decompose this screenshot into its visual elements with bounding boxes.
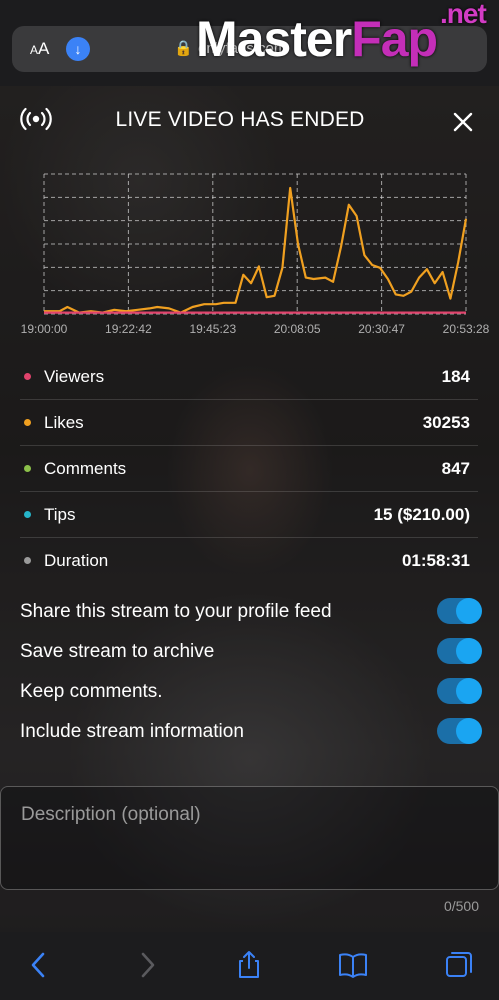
stats-list: Viewers 184 Likes 30253 Comments 847 Tips 15 ($… bbox=[20, 354, 478, 584]
toggle-row: Include stream information bbox=[0, 712, 499, 752]
legend-dot bbox=[24, 419, 31, 426]
book-icon[interactable] bbox=[338, 950, 368, 980]
legend-dot bbox=[24, 511, 31, 518]
toggle-knob bbox=[456, 638, 482, 664]
lock-icon: 🔒 bbox=[174, 40, 193, 57]
stream-stats-chart: 19:00:00 19:22:42 19:45:23 20:08:05 20:30:47… bbox=[21, 173, 490, 336]
stat-label: Viewers bbox=[44, 367, 105, 386]
stat-row-viewers: Viewers 184 bbox=[20, 354, 478, 400]
toggle-row: Keep comments. bbox=[0, 672, 499, 712]
watermark-master: Master bbox=[196, 11, 352, 67]
page-title: LIVE VIDEO HAS ENDED bbox=[115, 108, 365, 131]
stat-value: 30253 bbox=[422, 413, 470, 432]
x-tick-label: 19:45:23 bbox=[189, 322, 236, 336]
stat-value: 184 bbox=[441, 367, 470, 386]
stat-label: Comments bbox=[44, 459, 127, 478]
stat-label: Duration bbox=[44, 551, 109, 570]
toggle-label: Share this stream to your profile feed bbox=[20, 601, 332, 622]
legend-dot bbox=[24, 373, 31, 380]
watermark-net: .net bbox=[440, 0, 487, 29]
toggle-switch[interactable] bbox=[437, 718, 482, 744]
watermark-fap: Fap bbox=[351, 11, 438, 67]
description-field[interactable]: Description (optional) bbox=[0, 786, 499, 890]
stat-value: 15 ($210.00) bbox=[373, 505, 470, 524]
reader-aa-button[interactable]: AA bbox=[30, 39, 49, 59]
modal-header: LIVE VIDEO HAS ENDED bbox=[0, 96, 499, 144]
stat-label: Likes bbox=[44, 413, 84, 432]
tabs-icon[interactable] bbox=[444, 950, 474, 980]
x-tick-label: 20:08:05 bbox=[274, 322, 321, 336]
options-list: Share this stream to your profile feed Sa… bbox=[0, 592, 499, 752]
toggle-switch[interactable] bbox=[437, 638, 482, 664]
stat-value: 847 bbox=[441, 459, 470, 478]
watermark-logo: MasterFap .net bbox=[196, 0, 487, 68]
legend-dot bbox=[24, 557, 31, 564]
toggle-label: Save stream to archive bbox=[20, 641, 215, 662]
stat-row-duration: Duration 01:58:31 bbox=[20, 538, 478, 584]
chevron-right-icon[interactable] bbox=[132, 950, 162, 980]
stat-row-comments: Comments 847 bbox=[20, 446, 478, 492]
browser-top-bar: AA ↓ 🔒 onlyfans.com MasterFap .net bbox=[0, 0, 499, 86]
share-icon[interactable] bbox=[234, 950, 264, 980]
toggle-label: Include stream information bbox=[20, 721, 244, 742]
stat-row-tips: Tips 15 ($210.00) bbox=[20, 492, 478, 538]
stat-value: 01:58:31 bbox=[401, 551, 470, 570]
legend-dot bbox=[24, 465, 31, 472]
x-tick-label: 20:53:28 bbox=[443, 322, 490, 336]
toggle-knob bbox=[456, 598, 482, 624]
stat-label: Tips bbox=[44, 505, 76, 524]
toggle-label: Keep comments. bbox=[20, 681, 163, 702]
download-icon[interactable]: ↓ bbox=[66, 37, 90, 61]
x-tick-label: 20:30:47 bbox=[358, 322, 405, 336]
chevron-left-icon[interactable] bbox=[24, 950, 54, 980]
x-tick-label: 19:00:00 bbox=[21, 322, 68, 336]
toggle-switch[interactable] bbox=[437, 598, 482, 624]
stat-row-likes: Likes 30253 bbox=[20, 400, 478, 446]
x-tick-label: 19:22:42 bbox=[105, 322, 152, 336]
toggle-switch[interactable] bbox=[437, 678, 482, 704]
browser-bottom-toolbar bbox=[0, 932, 499, 1000]
series-line-0 bbox=[44, 186, 468, 314]
description-placeholder: Description (optional) bbox=[21, 804, 201, 825]
close-icon[interactable] bbox=[451, 110, 475, 134]
toggle-knob bbox=[456, 678, 482, 704]
toggle-row: Save stream to archive bbox=[0, 632, 499, 672]
toggle-knob bbox=[456, 718, 482, 744]
character-counter: 0/500 bbox=[443, 898, 479, 914]
toggle-row: Share this stream to your profile feed bbox=[0, 592, 499, 632]
